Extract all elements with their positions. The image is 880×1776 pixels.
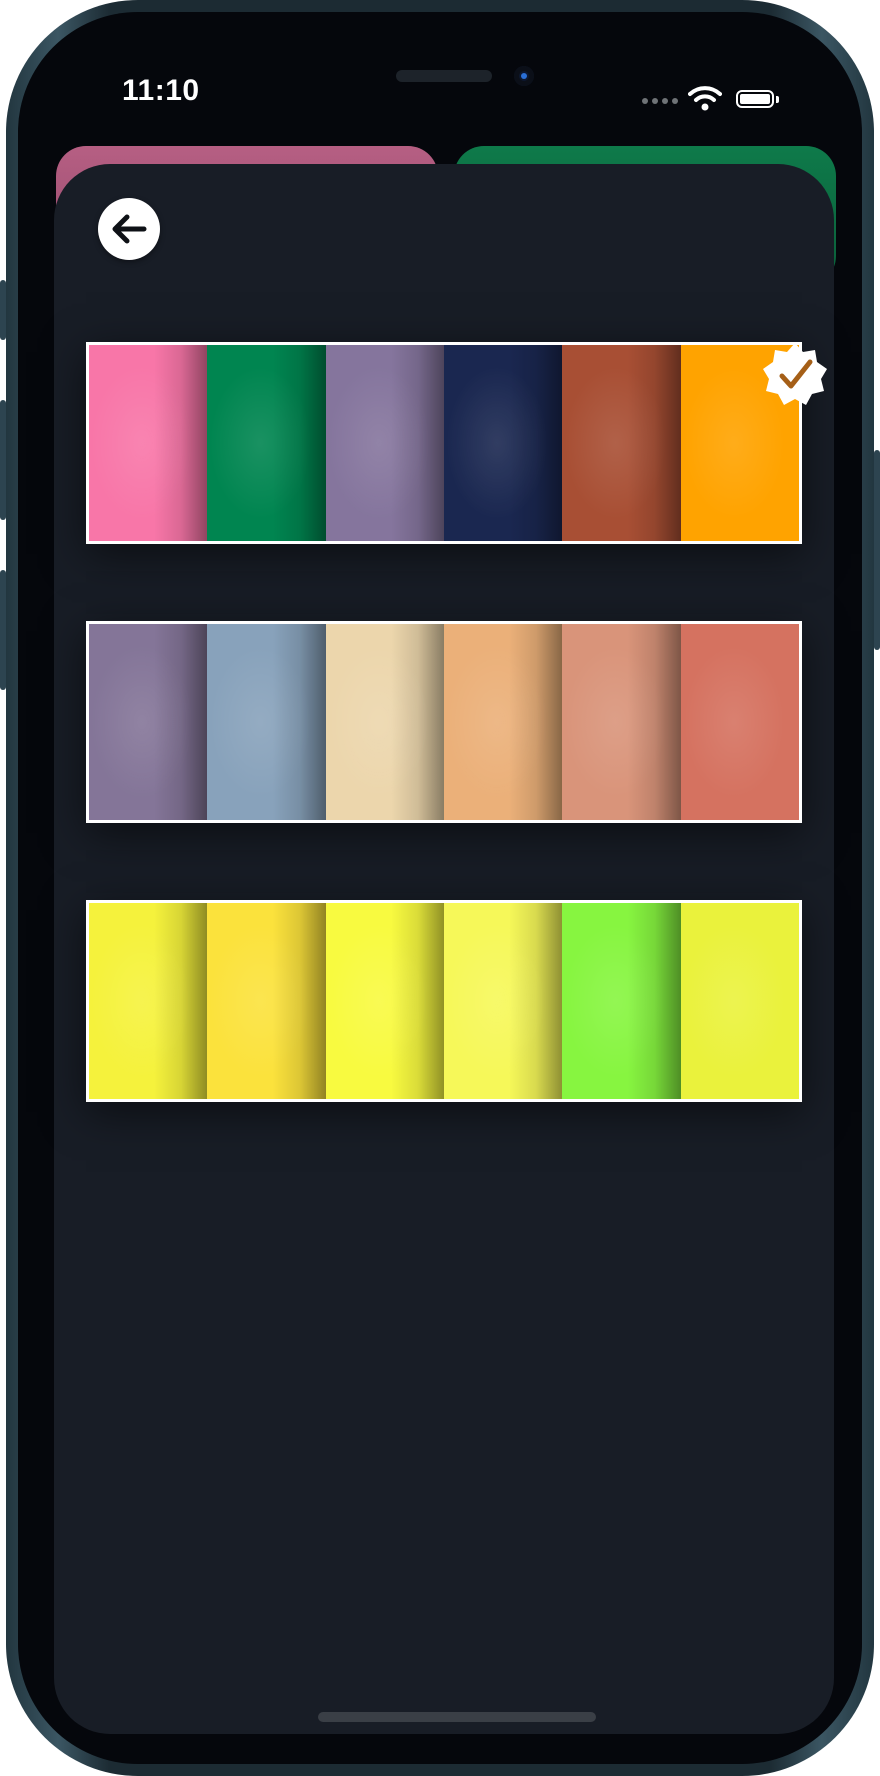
color-swatch	[680, 903, 800, 1099]
phone-frame: 11:10	[0, 0, 880, 1776]
color-swatch	[443, 624, 563, 820]
palette-option-3[interactable]	[86, 900, 802, 1102]
palette-option-2[interactable]	[86, 621, 802, 823]
color-swatch	[207, 903, 326, 1099]
color-swatch	[89, 903, 208, 1099]
screen: 11:10	[18, 12, 862, 1764]
home-indicator	[318, 1712, 596, 1722]
color-swatch	[89, 345, 208, 541]
back-button[interactable]	[98, 198, 160, 260]
status-time: 11:10	[122, 74, 200, 107]
arrow-left-icon	[112, 214, 147, 244]
color-swatch	[207, 624, 326, 820]
status-icons	[642, 84, 802, 118]
color-swatch	[207, 345, 326, 541]
color-swatch	[680, 624, 800, 820]
side-button-volume-down	[0, 570, 6, 690]
color-swatch	[325, 903, 445, 1099]
wifi-icon	[688, 86, 722, 111]
side-button-silent	[0, 280, 6, 340]
color-swatch	[443, 903, 563, 1099]
battery-tip	[776, 96, 779, 103]
color-swatch	[562, 345, 681, 541]
cellular-signal-icon	[642, 98, 678, 104]
earpiece-speaker	[396, 70, 492, 82]
battery-level	[740, 94, 770, 104]
color-swatch	[89, 624, 208, 820]
front-camera	[514, 66, 534, 86]
checkmark-seal-icon	[763, 343, 827, 405]
color-swatch	[562, 624, 681, 820]
color-swatch	[562, 903, 681, 1099]
palette-option-1[interactable]	[86, 342, 802, 544]
color-swatch	[325, 345, 445, 541]
battery-icon	[736, 90, 774, 108]
color-swatch	[325, 624, 445, 820]
side-button-power	[874, 450, 880, 650]
side-button-volume-up	[0, 400, 6, 520]
color-swatch	[443, 345, 563, 541]
